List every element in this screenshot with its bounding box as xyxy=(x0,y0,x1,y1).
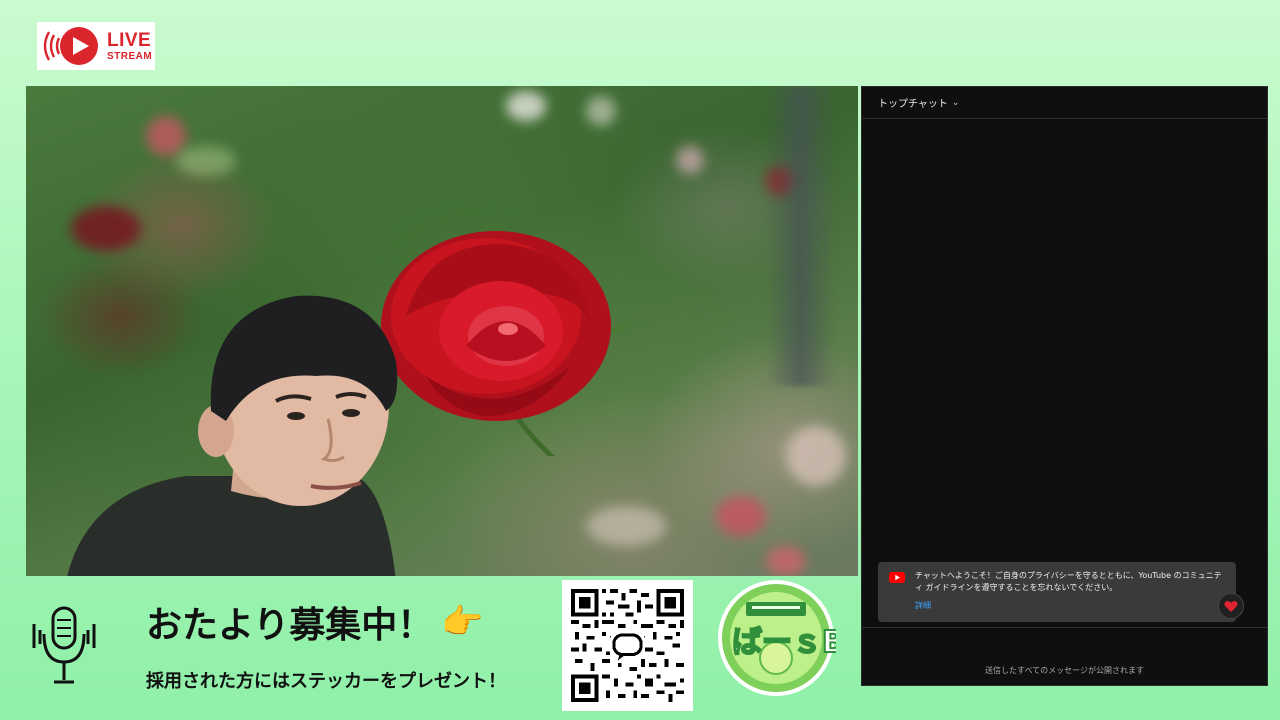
live-chat-panel: トップチャット ⌄ チャットへようこそ！ご自身のプライバシーを守るとともに、Yo… xyxy=(861,86,1268,686)
pointing-hand-icon: 👉 xyxy=(441,602,484,642)
video-feed xyxy=(26,86,858,576)
qr-code[interactable] xyxy=(562,580,693,711)
live-broadcast-icon xyxy=(43,27,98,65)
chat-footer-text: 送信したすべてのメッセージが公開されます xyxy=(985,666,1144,675)
stream-label: STREAM xyxy=(107,50,153,62)
live-label: LIVE xyxy=(107,29,152,51)
microphone-icon xyxy=(32,606,96,684)
chat-mode-label: トップチャット xyxy=(878,99,948,110)
bar-logo: ばーｓBar xyxy=(718,580,836,696)
details-link[interactable]: 詳細 xyxy=(915,600,1226,611)
subtext: 採用された方にはステッカーをプレゼント！ xyxy=(146,671,506,692)
reaction-button[interactable] xyxy=(1218,593,1244,619)
streamer-person xyxy=(67,295,398,576)
live-stream-badge: LIVE STREAM xyxy=(37,22,155,70)
chat-welcome-text: チャットへようこそ！ご自身のプライバシーを守るとともに、YouTube のコミュ… xyxy=(915,571,1222,592)
chat-header[interactable]: トップチャット ⌄ xyxy=(862,87,1267,119)
chat-welcome-notice: チャットへようこそ！ご自身のプライバシーを守るとともに、YouTube のコミュ… xyxy=(878,562,1236,622)
youtube-icon xyxy=(889,572,905,583)
chat-divider xyxy=(862,627,1267,628)
qr-code-icon xyxy=(571,589,684,702)
headline-text: おたより募集中！ xyxy=(146,605,434,646)
logo-text-ba: ばーｓBar xyxy=(732,625,836,660)
heart-icon xyxy=(1224,600,1238,612)
headline: おたより募集中！ 👉 xyxy=(146,596,484,648)
chevron-down-icon[interactable]: ⌄ xyxy=(952,98,960,108)
